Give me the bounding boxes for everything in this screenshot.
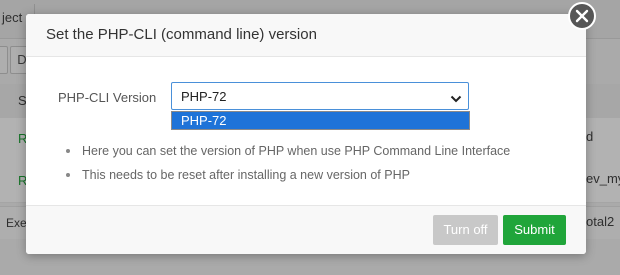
turn-off-button[interactable]: Turn off — [433, 215, 498, 245]
tip-text: Here you can set the version of PHP when… — [82, 144, 511, 158]
submit-button[interactable]: Submit — [503, 215, 566, 245]
chevron-down-icon — [450, 91, 462, 109]
tips-list: Here you can set the version of PHP when… — [66, 144, 510, 192]
php-cli-version-label: PHP-CLI Version — [58, 90, 157, 105]
php-version-select[interactable]: PHP-72 — [171, 82, 469, 110]
select-dropdown-list: PHP-72 — [171, 111, 470, 130]
select-option[interactable]: PHP-72 — [181, 113, 227, 128]
close-button[interactable] — [568, 2, 596, 30]
select-value: PHP-72 — [181, 89, 227, 104]
dialog-header: Set the PHP-CLI (command line) version — [26, 14, 586, 57]
dialog-title: Set the PHP-CLI (command line) version — [46, 26, 317, 43]
tip-text: This needs to be reset after installing … — [82, 168, 410, 182]
close-icon — [575, 9, 589, 23]
dialog-footer: Turn off Submit — [26, 205, 586, 254]
php-cli-version-dialog: Set the PHP-CLI (command line) version P… — [26, 14, 586, 254]
bullet-icon — [66, 173, 70, 177]
list-item: Here you can set the version of PHP when… — [66, 144, 510, 168]
bullet-icon — [66, 149, 70, 153]
list-item: This needs to be reset after installing … — [66, 168, 510, 192]
